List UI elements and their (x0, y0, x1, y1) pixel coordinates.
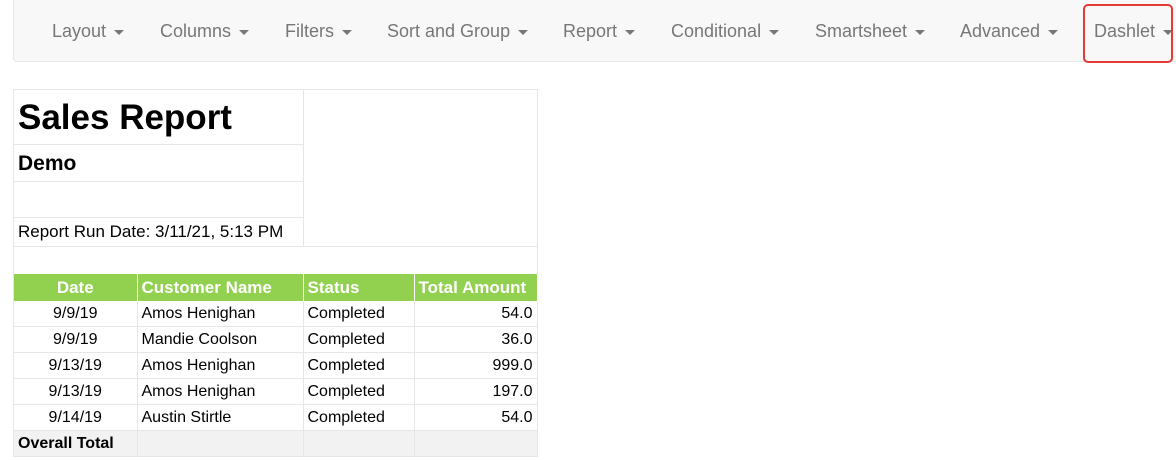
report-spacer (14, 246, 537, 274)
dashlet-highlight-box (1083, 4, 1173, 63)
report-menu-label: Report (563, 21, 618, 41)
table-row: 9/9/19 Amos Henighan Completed 54.0 (14, 301, 538, 327)
report-header-left: Sales Report Demo Report Run Date: 3/11/… (14, 90, 304, 246)
customer-cell: Mandie Coolson (137, 326, 304, 353)
conditional-menu-label: Conditional (671, 21, 762, 41)
customer-cell: Amos Henighan (137, 378, 304, 405)
date-cell: 9/13/19 (14, 352, 138, 379)
customer-cell: Austin Stirtle (137, 404, 304, 431)
sort-and-group-menu-label: Sort and Group (387, 21, 511, 41)
caret-down-icon (114, 29, 125, 35)
caret-down-icon (342, 29, 352, 35)
total-empty-cell (414, 430, 538, 456)
column-header-date[interactable]: Date (14, 274, 138, 301)
filters-menu[interactable]: Filters (285, 0, 352, 62)
sort-and-group-menu[interactable]: Sort and Group (387, 0, 529, 62)
report-toolbar: Layout Columns Filters Sort and Group Re… (13, 0, 1176, 62)
date-cell: 9/14/19 (14, 404, 138, 431)
status-cell: Completed (303, 352, 415, 379)
report-menu[interactable]: Report (563, 0, 636, 62)
amount-cell: 54.0 (414, 404, 538, 431)
status-cell: Completed (303, 326, 415, 353)
overall-total-label: Overall Total (14, 430, 138, 456)
status-cell: Completed (303, 301, 415, 327)
report-title: Sales Report (14, 90, 303, 145)
customer-cell: Amos Henighan (137, 301, 304, 327)
layout-menu-label: Layout (52, 21, 107, 41)
advanced-menu[interactable]: Advanced (960, 0, 1059, 62)
columns-menu[interactable]: Columns (160, 0, 250, 62)
amount-cell: 54.0 (414, 301, 538, 327)
smartsheet-menu[interactable]: Smartsheet (815, 0, 926, 62)
amount-cell: 999.0 (414, 352, 538, 379)
table-row: 9/14/19 Austin Stirtle Completed 54.0 (14, 404, 538, 431)
caret-down-icon (625, 29, 636, 35)
caret-down-icon (915, 29, 926, 35)
layout-menu[interactable]: Layout (52, 0, 125, 62)
customer-cell: Amos Henighan (137, 352, 304, 379)
report-run-date: Report Run Date: 3/11/21, 5:13 PM (18, 222, 284, 241)
report-blank-cell (14, 182, 303, 218)
status-cell: Completed (303, 404, 415, 431)
date-cell: 9/9/19 (14, 326, 138, 353)
caret-down-icon (518, 29, 529, 35)
caret-down-icon (1048, 29, 1059, 35)
total-empty-cell (137, 430, 304, 456)
column-header-customer-name[interactable]: Customer Name (137, 274, 304, 301)
report-subtitle: Demo (14, 145, 303, 182)
date-cell: 9/13/19 (14, 378, 138, 405)
status-cell: Completed (303, 378, 415, 405)
caret-down-icon (769, 29, 780, 35)
smartsheet-menu-label: Smartsheet (815, 21, 908, 41)
column-header-total-amount[interactable]: Total Amount (414, 274, 538, 301)
table-row: 9/9/19 Mandie Coolson Completed 36.0 (14, 326, 538, 353)
table-row: 9/13/19 Amos Henighan Completed 197.0 (14, 378, 538, 405)
overall-total-row: Overall Total (14, 430, 538, 456)
date-cell: 9/9/19 (14, 301, 138, 327)
advanced-menu-label: Advanced (960, 21, 1041, 41)
report-table: Date Customer Name Status Total Amount 9… (14, 274, 538, 456)
amount-cell: 197.0 (414, 378, 538, 405)
amount-cell: 36.0 (414, 326, 538, 353)
report-container: Sales Report Demo Report Run Date: 3/11/… (13, 89, 538, 457)
filters-menu-label: Filters (285, 21, 334, 41)
table-header-row: Date Customer Name Status Total Amount (14, 274, 538, 301)
total-empty-cell (303, 430, 415, 456)
columns-menu-label: Columns (160, 21, 232, 41)
report-header: Sales Report Demo Report Run Date: 3/11/… (14, 90, 537, 246)
caret-down-icon (239, 29, 250, 35)
table-row: 9/13/19 Amos Henighan Completed 999.0 (14, 352, 538, 379)
conditional-menu[interactable]: Conditional (671, 0, 780, 62)
column-header-status[interactable]: Status (303, 274, 415, 301)
